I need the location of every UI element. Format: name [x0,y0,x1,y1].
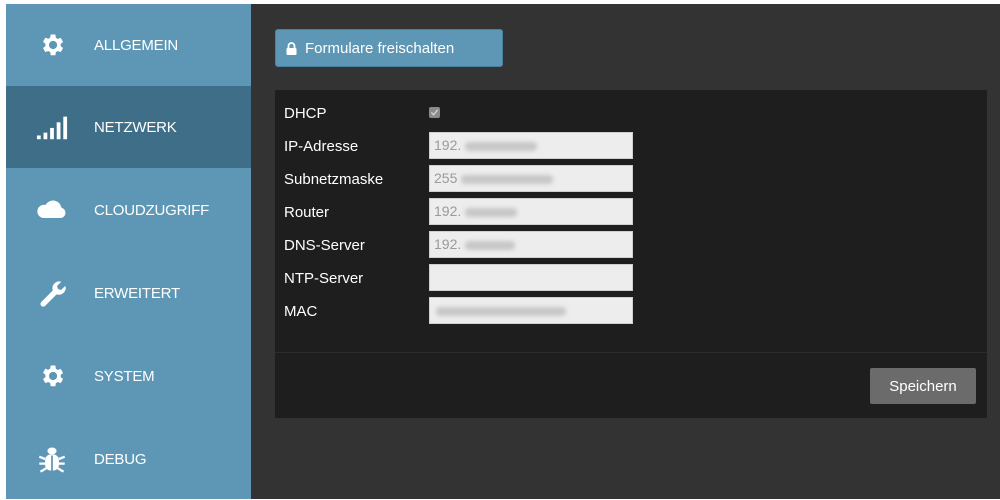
redacted-value [461,174,554,184]
sidebar-item-label: NETZWERK [94,118,177,136]
panel-divider [275,352,987,353]
sidebar-item-erweitert[interactable]: ERWEITERT [6,252,251,334]
sidebar-item-label: CLOUDZUGRIFF [94,201,210,219]
gear-icon [36,360,68,392]
subnet-mask-label: Subnetzmaske [284,171,384,188]
sidebar: ALLGEMEIN NETZWERK CLOUDZUGRIFF ERWEITER… [6,4,251,499]
sidebar-item-cloudzugriff[interactable]: CLOUDZUGRIFF [6,169,251,251]
sidebar-item-label: ERWEITERT [94,284,180,302]
dns-server-value: 192. [434,236,462,252]
gear-icon [36,29,68,61]
router-field[interactable]: 192. [429,198,633,225]
subnet-mask-field[interactable]: 255 [429,165,633,192]
redacted-value [465,207,518,217]
sidebar-item-label: DEBUG [94,450,147,468]
lock-icon [286,41,297,55]
signal-bars-icon [36,111,68,143]
sidebar-item-system[interactable]: SYSTEM [6,335,251,417]
wrench-icon [36,277,68,309]
sidebar-item-label: SYSTEM [94,367,155,385]
redacted-value [465,141,538,151]
ip-address-field[interactable]: 192. [429,132,633,159]
redacted-value [465,240,516,250]
app-frame: ALLGEMEIN NETZWERK CLOUDZUGRIFF ERWEITER… [6,4,1000,499]
check-icon [430,109,439,116]
subnet-mask-value: 255 [434,170,458,186]
router-label: Router [284,204,330,221]
ip-address-value: 192. [434,137,462,153]
router-value: 192. [434,203,462,219]
ntp-server-field[interactable] [429,264,633,291]
unlock-forms-label: Formulare freischalten [305,39,455,57]
sidebar-item-netzwerk[interactable]: NETZWERK [6,86,251,168]
save-button[interactable]: Speichern [870,368,976,404]
dns-server-field[interactable]: 192. [429,231,633,258]
bug-icon [36,443,68,475]
ip-address-label: IP-Adresse [284,138,359,155]
mac-label: MAC [284,303,318,320]
network-settings-panel: DHCP IP-Adresse 192. Subnetzmaske 255 Ro… [275,90,987,418]
dhcp-checkbox[interactable] [429,107,440,118]
unlock-forms-button[interactable]: Formulare freischalten [275,29,503,67]
cloud-icon [36,194,68,226]
dhcp-label: DHCP [284,105,327,122]
sidebar-item-label: ALLGEMEIN [94,36,179,54]
sidebar-item-debug[interactable]: DEBUG [6,418,251,500]
dns-server-label: DNS-Server [284,237,365,254]
redacted-value [436,306,566,316]
ntp-server-label: NTP-Server [284,270,364,287]
sidebar-item-allgemein[interactable]: ALLGEMEIN [6,4,251,86]
main-content: Formulare freischalten DHCP IP-Adresse 1… [251,4,1000,499]
mac-field[interactable] [429,297,633,324]
